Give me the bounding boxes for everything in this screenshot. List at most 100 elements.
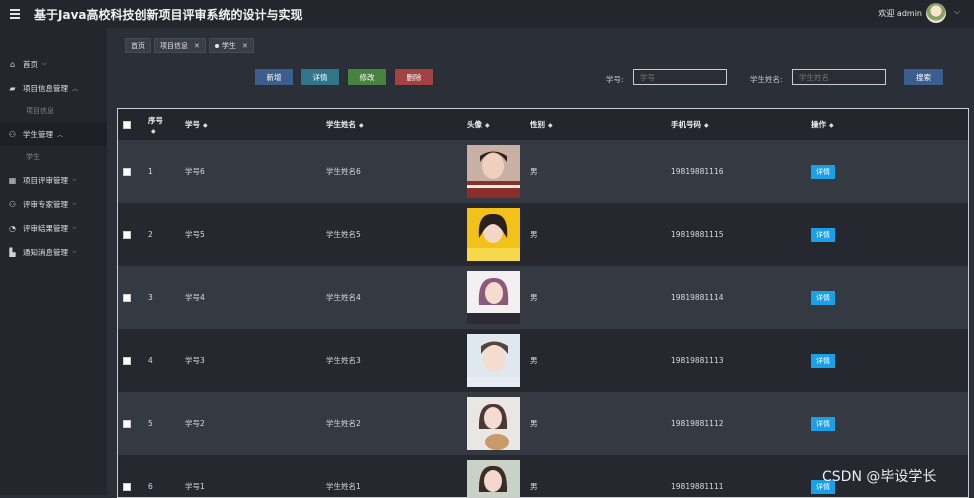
col-action[interactable]: 操作 ◆ <box>811 109 968 140</box>
row-detail-button[interactable]: 详情 <box>811 290 835 305</box>
chevron-down-icon[interactable]: ⌵ <box>954 7 960 17</box>
col-index[interactable]: 序号 ◆ <box>148 109 185 140</box>
cell-student-no: 学号6 <box>185 140 326 203</box>
cell-index: 4 <box>148 329 185 392</box>
row-detail-button[interactable]: 详情 <box>811 164 835 179</box>
search-button[interactable]: 搜索 <box>903 68 944 86</box>
sidebar-item-expert[interactable]: ⚇ 评审专家管理 ⌵ <box>0 192 107 216</box>
cell-phone: 19819881112 <box>671 392 811 455</box>
row-checkbox[interactable] <box>123 420 131 428</box>
avatar-image <box>467 208 520 261</box>
avatar[interactable] <box>926 3 946 23</box>
home-icon: ⌂ <box>9 59 16 69</box>
top-bar: 基于Java高校科技创新项目评审系统的设计与实现 <box>0 0 974 28</box>
sort-icon[interactable]: ◆ <box>203 122 208 129</box>
chevron-down-icon: ⌵ <box>42 60 47 67</box>
col-phone[interactable]: 手机号码 ◆ <box>671 109 811 140</box>
sidebar-item-review[interactable]: ▦ 项目评审管理 ⌵ <box>0 168 107 192</box>
tab-home[interactable]: 首页 <box>125 38 151 53</box>
sidebar-item-result[interactable]: ◔ 评审结果管理 ⌵ <box>0 216 107 240</box>
tab-student[interactable]: 学生 ✕ <box>208 38 254 53</box>
cell-gender: 男 <box>530 329 671 392</box>
chart-icon: ▙ <box>9 247 16 257</box>
row-detail-button[interactable]: 详情 <box>811 416 835 431</box>
delete-button[interactable]: 删除 <box>394 68 434 86</box>
avatar-image <box>467 145 520 198</box>
tab-label: 首页 <box>131 41 145 50</box>
user-icon: ⚇ <box>8 199 17 209</box>
close-icon[interactable]: ✕ <box>242 42 248 50</box>
sidebar-item-label: 项目信息管理 <box>23 83 68 93</box>
row-checkbox[interactable] <box>123 294 131 302</box>
tab-label: 项目信息 <box>160 41 188 50</box>
cell-student-name: 学生姓名2 <box>326 392 467 455</box>
col-gender[interactable]: 性别 ◆ <box>530 109 671 140</box>
row-checkbox[interactable] <box>123 168 131 176</box>
chevron-up-icon: ︿ <box>72 85 79 93</box>
sort-icon[interactable]: ◆ <box>359 122 364 129</box>
welcome-text: 欢迎 admin <box>878 9 922 18</box>
select-all-checkbox[interactable] <box>123 121 131 129</box>
cell-student-no: 学号4 <box>185 266 326 329</box>
row-checkbox[interactable] <box>123 357 131 365</box>
chevron-down-icon: ⌵ <box>72 224 77 231</box>
sort-icon[interactable]: ◆ <box>548 122 553 129</box>
sort-icon[interactable]: ◆ <box>704 122 709 129</box>
cell-gender: 男 <box>530 392 671 455</box>
menu-toggle-icon[interactable] <box>10 7 20 21</box>
avatar-image <box>467 271 520 324</box>
sort-icon[interactable]: ◆ <box>829 122 834 129</box>
cell-student-name: 学生姓名1 <box>326 455 467 497</box>
sidebar-item-project-info[interactable]: ▰ 项目信息管理 ︿ <box>0 76 107 100</box>
close-icon[interactable]: ✕ <box>194 42 200 50</box>
sidebar-item-label: 评审专家管理 <box>23 199 68 209</box>
sidebar-subitem-project-info[interactable]: 项目信息 <box>0 100 107 122</box>
sidebar-item-student[interactable]: ⚇ 学生管理 ︿ <box>0 122 107 146</box>
col-avatar[interactable]: 头像 ◆ <box>467 109 530 140</box>
col-student-name[interactable]: 学生姓名 ◆ <box>326 109 467 140</box>
table-row[interactable]: 4 学号3 学生姓名3 男 19819881113 详情 <box>118 329 968 392</box>
sidebar-item-label: 学生管理 <box>23 129 53 139</box>
row-checkbox[interactable] <box>123 231 131 239</box>
pie-icon: ◔ <box>9 223 16 233</box>
cell-gender: 男 <box>530 203 671 266</box>
table-row[interactable]: 5 学号2 学生姓名2 男 19819881112 详情 <box>118 392 968 455</box>
sidebar-item-notice[interactable]: ▙ 通知消息管理 ⌵ <box>0 240 107 264</box>
row-checkbox[interactable] <box>123 483 131 491</box>
cell-student-name: 学生姓名3 <box>326 329 467 392</box>
sidebar-item-label: 首页 <box>23 59 38 69</box>
col-student-no[interactable]: 学号 ◆ <box>185 109 326 140</box>
sort-icon[interactable]: ◆ <box>485 122 490 129</box>
sidebar-subitem-student[interactable]: 学生 <box>0 146 107 168</box>
grid-icon: ▦ <box>8 175 17 185</box>
table-row[interactable]: 2 学号5 学生姓名5 男 19819881115 详情 <box>118 203 968 266</box>
student-table: 序号 ◆ 学号 ◆ 学生姓名 ◆ 头像 ◆ 性别 ◆ 手机号码 ◆ 操作 ◆ 1 学号6 学生… <box>117 108 969 498</box>
cell-student-no: 学号3 <box>185 329 326 392</box>
folder-icon: ▰ <box>9 83 16 93</box>
cell-student-no: 学号5 <box>185 203 326 266</box>
student-name-label: 学生姓名: <box>750 75 783 84</box>
sidebar-item-label: 评审结果管理 <box>23 223 68 233</box>
sort-icon[interactable]: ◆ <box>151 128 156 135</box>
sidebar-item-home[interactable]: ⌂ 首页 ⌵ <box>0 52 107 76</box>
tab-project-info[interactable]: 项目信息 ✕ <box>154 38 206 53</box>
cell-phone: 19819881114 <box>671 266 811 329</box>
row-detail-button[interactable]: 详情 <box>811 353 835 368</box>
cell-student-no: 学号1 <box>185 455 326 497</box>
student-no-input[interactable] <box>633 69 727 85</box>
header-label: 学生姓名 <box>326 120 356 129</box>
student-name-input[interactable] <box>792 69 886 85</box>
table-row[interactable]: 3 学号4 学生姓名4 男 19819881114 详情 <box>118 266 968 329</box>
row-detail-button[interactable]: 详情 <box>811 227 835 242</box>
cell-phone: 19819881111 <box>671 455 811 497</box>
edit-button[interactable]: 修改 <box>347 68 387 86</box>
active-dot-icon <box>214 43 219 48</box>
cell-index: 3 <box>148 266 185 329</box>
student-no-label: 学号: <box>606 75 624 84</box>
tab-label: 学生 <box>221 41 236 50</box>
chevron-down-icon: ⌵ <box>72 200 77 207</box>
add-button[interactable]: 新增 <box>254 68 294 86</box>
detail-button[interactable]: 详情 <box>300 68 340 86</box>
table-row[interactable]: 1 学号6 学生姓名6 男 19819881116 详情 <box>118 140 968 203</box>
watermark-text: CSDN @毕设学长 <box>822 469 937 485</box>
